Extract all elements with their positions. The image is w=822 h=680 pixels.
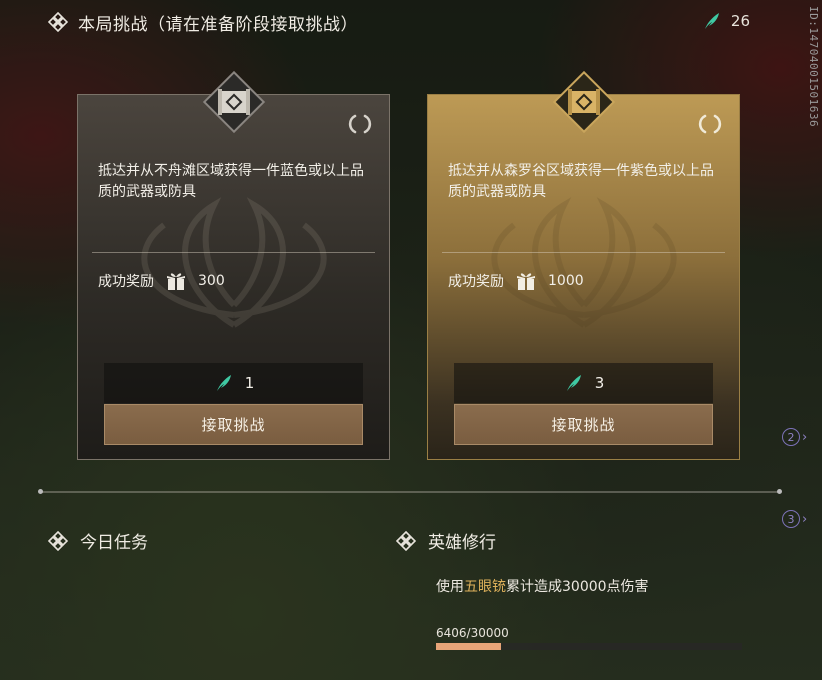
- cost-bar: 1: [104, 363, 363, 403]
- reward-row: 成功奖励 1000: [448, 267, 584, 295]
- session-id: ID:14704001501636: [807, 6, 820, 128]
- currency-display: 26: [701, 10, 750, 32]
- refresh-icon[interactable]: [697, 111, 723, 137]
- reward-row: 成功奖励 300: [98, 267, 225, 295]
- cost-bar: 3: [454, 363, 713, 403]
- gift-icon: [164, 269, 188, 293]
- challenge-description: 抵达并从不舟滩区域获得一件蓝色或以上品质的武器或防具: [98, 163, 364, 200]
- hero-training-header: 英雄修行: [396, 528, 496, 553]
- card-divider: [442, 252, 725, 253]
- side-badge-3[interactable]: 3 ›: [782, 507, 822, 531]
- challenge-header: 本局挑战（请在准备阶段接取挑战）: [48, 8, 788, 36]
- card-divider: [92, 252, 375, 253]
- diamond-ornament-icon: [48, 12, 68, 32]
- reward-value: 1000: [548, 273, 584, 289]
- weapon-name: 五眼铳: [464, 579, 506, 595]
- chevron-right-icon: ›: [802, 429, 808, 445]
- section-divider: [38, 489, 782, 494]
- diamond-ornament-icon: [396, 530, 416, 551]
- diamond-ornament-icon: [48, 530, 68, 551]
- feather-icon: [213, 372, 235, 394]
- cost-value: 3: [594, 374, 605, 392]
- scroll-emblem-icon: [199, 67, 269, 137]
- progress-text: 6406/30000: [436, 626, 509, 640]
- divider-dot: [38, 489, 43, 494]
- reward-label: 成功奖励: [448, 274, 504, 290]
- accept-challenge-button[interactable]: 接取挑战: [104, 404, 363, 445]
- refresh-icon[interactable]: [347, 111, 373, 137]
- progress-bar: [436, 643, 742, 650]
- hero-task-description: 使用五眼铳累计造成30000点伤害: [436, 576, 649, 596]
- badge-number: 2: [782, 428, 800, 446]
- progress-fill: [436, 643, 502, 650]
- daily-tasks-header: 今日任务: [48, 528, 148, 553]
- accept-challenge-button[interactable]: 接取挑战: [454, 404, 713, 445]
- reward-label: 成功奖励: [98, 274, 154, 290]
- scroll-emblem-icon: [549, 67, 619, 137]
- daily-tasks-title: 今日任务: [80, 533, 148, 553]
- currency-value: 26: [730, 12, 750, 30]
- side-badge-2[interactable]: 2 ›: [782, 425, 822, 449]
- task-prefix: 使用: [436, 579, 464, 595]
- task-suffix: 累计造成30000点伤害: [506, 579, 649, 595]
- feather-icon: [701, 10, 723, 32]
- challenge-description: 抵达并从森罗谷区域获得一件紫色或以上品质的武器或防具: [448, 163, 714, 200]
- challenge-card-2: 抵达并从森罗谷区域获得一件紫色或以上品质的武器或防具 成功奖励 1000 3 接…: [427, 70, 740, 460]
- reward-value: 300: [198, 273, 225, 289]
- chevron-right-icon: ›: [802, 511, 808, 527]
- page-title: 本局挑战（请在准备阶段接取挑战）: [78, 14, 358, 35]
- gift-icon: [514, 269, 538, 293]
- badge-number: 3: [782, 510, 800, 528]
- cost-value: 1: [244, 374, 255, 392]
- hero-training-title: 英雄修行: [428, 533, 496, 553]
- divider-dot: [777, 489, 782, 494]
- feather-icon: [563, 372, 585, 394]
- challenge-card-1: 抵达并从不舟滩区域获得一件蓝色或以上品质的武器或防具 成功奖励 300 1 接取…: [77, 70, 390, 460]
